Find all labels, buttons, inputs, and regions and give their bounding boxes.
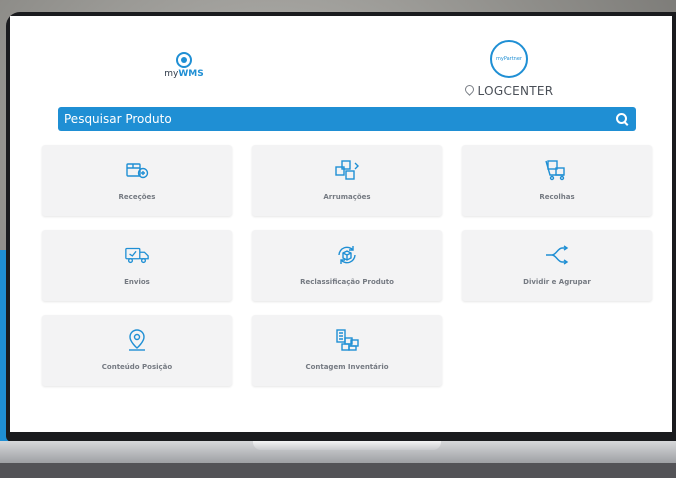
- tile-recolhas[interactable]: Recolhas: [462, 145, 652, 216]
- app-screen: myWMS myPartner LOGCENTER Pesquisar Prod…: [10, 16, 672, 432]
- tile-label: Envios: [124, 278, 150, 286]
- tile-label: Contagem Inventário: [305, 363, 389, 371]
- tile-label: Dividir e Agrupar: [523, 278, 591, 286]
- split-merge-icon: [544, 243, 570, 267]
- receive-box-icon: [124, 158, 150, 182]
- location-pin-icon: [124, 328, 150, 352]
- inventory-count-icon: [334, 328, 360, 352]
- tile-reclassificacao-produto[interactable]: Reclassificação Produto: [252, 230, 442, 301]
- delivery-truck-icon: [124, 243, 150, 267]
- laptop-base-shadow: [0, 463, 676, 478]
- laptop-hinge-notch: [253, 441, 441, 450]
- tile-label: Recolhas: [539, 193, 575, 201]
- tile-dividir-agrupar[interactable]: Dividir e Agrupar: [462, 230, 652, 301]
- pick-cart-icon: [544, 158, 570, 182]
- reclassify-icon: [334, 243, 360, 267]
- tile-conteudo-posicao[interactable]: Conteúdo Posição: [42, 315, 232, 386]
- tile-label: Receções: [118, 193, 156, 201]
- tile-arrumacoes[interactable]: Arrumações: [252, 145, 442, 216]
- tile-label: Reclassificação Produto: [300, 278, 394, 286]
- tile-envios[interactable]: Envios: [42, 230, 232, 301]
- tile-rececoes[interactable]: Receções: [42, 145, 232, 216]
- tile-label: Arrumações: [323, 193, 371, 201]
- boxes-stack-icon: [334, 158, 360, 182]
- menu-grid: Receções Arrumações Recolhas Envios Recl…: [10, 16, 672, 432]
- tile-label: Conteúdo Posição: [101, 363, 173, 371]
- tile-contagem-inventario[interactable]: Contagem Inventário: [252, 315, 442, 386]
